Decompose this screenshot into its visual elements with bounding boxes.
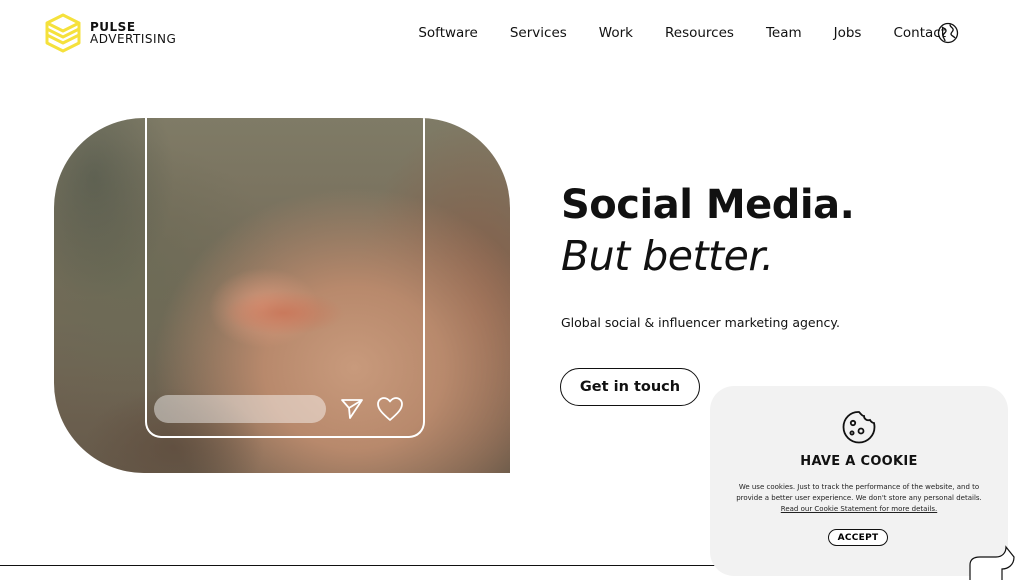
hero-tagline: Global social & influencer marketing age… <box>561 315 840 330</box>
section-divider <box>0 565 720 566</box>
nav-item-work[interactable]: Work <box>583 24 649 42</box>
main-nav: Software Services Work Resources Team Jo… <box>402 24 962 42</box>
brand-name-line2: ADVERTISING <box>90 32 177 46</box>
nav-item-software[interactable]: Software <box>402 24 494 42</box>
cookie-statement-link[interactable]: Read our Cookie Statement for more detai… <box>781 505 937 513</box>
send-icon <box>341 399 363 419</box>
cookie-banner: HAVE A COOKIE We use cookies. Just to tr… <box>710 386 1008 576</box>
phone-frame-outline <box>145 118 425 438</box>
page-curl-icon <box>969 545 1015 580</box>
logo-cube-icon <box>45 13 81 53</box>
brand-name: PULSE ADVERTISING <box>90 21 176 45</box>
hero-video <box>54 118 510 473</box>
get-in-touch-button[interactable]: Get in touch <box>560 368 700 406</box>
nav-item-jobs[interactable]: Jobs <box>818 24 878 42</box>
cookie-icon <box>842 411 876 444</box>
nav-item-resources[interactable]: Resources <box>649 24 750 42</box>
comment-input-mock <box>154 395 326 423</box>
hero-title: Social Media. <box>561 182 855 228</box>
brand-logo[interactable]: PULSE ADVERTISING <box>44 12 176 54</box>
nav-item-services[interactable]: Services <box>494 24 583 42</box>
globe-icon[interactable] <box>937 22 959 44</box>
accept-cookies-button[interactable]: ACCEPT <box>828 529 888 546</box>
cookie-title: HAVE A COOKIE <box>800 454 918 469</box>
cookie-body: We use cookies. Just to track the perfor… <box>736 482 982 515</box>
nav-item-team[interactable]: Team <box>750 24 818 42</box>
heart-icon <box>377 397 403 421</box>
hero-subtitle: But better. <box>561 232 774 280</box>
cookie-body-text: We use cookies. Just to track the perfor… <box>736 483 982 502</box>
